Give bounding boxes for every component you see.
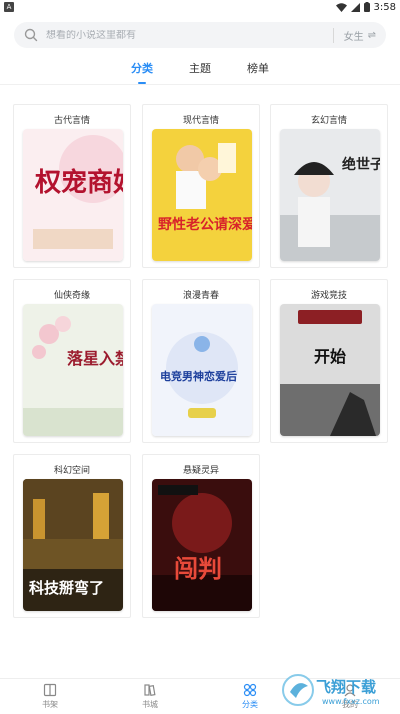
- category-label: 仙侠奇缘: [53, 291, 90, 301]
- nav-bookshelf[interactable]: 书架: [0, 679, 100, 714]
- tab-ranking[interactable]: 榜单: [247, 60, 269, 84]
- category-label: 古代言情: [53, 116, 90, 126]
- status-time: 3:58: [373, 1, 396, 13]
- search-bar[interactable]: 女生 ⇌: [14, 22, 386, 48]
- category-card-fantasy-romance[interactable]: 玄幻言情 绝世子妃: [270, 104, 388, 268]
- nav-label: 分类: [242, 700, 258, 709]
- book-cover: 闯判: [152, 479, 252, 611]
- book-cover: 野性老公请深爱!: [152, 129, 252, 261]
- store-icon: [144, 684, 156, 696]
- category-label: 浪漫青春: [182, 291, 219, 301]
- category-card-modern-romance[interactable]: 现代言情 野性老公请深爱!: [142, 104, 260, 268]
- cover-title: 电竞男神恋爱后: [160, 369, 237, 383]
- tab-theme[interactable]: 主题: [189, 60, 211, 84]
- category-label: 游戏竞技: [310, 291, 347, 301]
- cover-title: 科技掰弯了: [29, 579, 104, 597]
- gender-label: 女生: [343, 31, 364, 43]
- tab-category[interactable]: 分类: [131, 60, 153, 84]
- gender-switch-button[interactable]: 女生 ⇌: [332, 27, 376, 43]
- watermark-logo: 飞翔下载 www.fxxz.com: [282, 674, 380, 706]
- category-label: 玄幻言情: [310, 116, 347, 126]
- category-card-suspense[interactable]: 悬疑灵异 闯判: [142, 454, 260, 618]
- category-card-gaming[interactable]: 游戏竞技 开始: [270, 279, 388, 443]
- search-icon: [24, 28, 38, 42]
- cover-title: 落星入禁: [67, 349, 123, 368]
- cover-title: 绝世子妃: [342, 156, 380, 173]
- category-card-ancient-romance[interactable]: 古代言情 权宠商妃: [13, 104, 131, 268]
- nav-bookstore[interactable]: 书城: [100, 679, 200, 714]
- cover-title: 开始: [314, 347, 346, 366]
- battery-icon: [363, 2, 370, 12]
- book-cover: 科技掰弯了: [23, 479, 123, 611]
- category-label: 现代言情: [182, 116, 219, 126]
- category-card-youth-romance[interactable]: 浪漫青春 电竞男神恋爱后: [142, 279, 260, 443]
- tab-divider: [0, 84, 400, 85]
- cover-title: 野性老公请深爱!: [158, 216, 252, 233]
- search-input[interactable]: [46, 29, 333, 41]
- watermark-url: www.fxxz.com: [322, 697, 380, 706]
- category-label: 科幻空间: [53, 466, 90, 476]
- book-cover: 电竞男神恋爱后: [152, 304, 252, 436]
- nav-label: 书架: [42, 700, 58, 709]
- status-bar: A 3:58: [0, 0, 400, 14]
- book-cover: 绝世子妃: [280, 129, 380, 261]
- category-label: 悬疑灵异: [182, 466, 219, 476]
- cover-title: 闯判: [174, 554, 222, 583]
- category-icon: [243, 683, 257, 697]
- book-cover: 落星入禁: [23, 304, 123, 436]
- watermark-text: 飞翔下载: [316, 678, 376, 696]
- category-card-scifi[interactable]: 科幻空间 科技掰弯了: [13, 454, 131, 618]
- category-card-xianxia[interactable]: 仙侠奇缘 落星入禁: [13, 279, 131, 443]
- swap-icon: ⇌: [367, 29, 376, 41]
- wifi-icon: [335, 2, 347, 12]
- book-cover: 开始: [280, 304, 380, 436]
- cover-title: 权宠商妃: [34, 167, 123, 198]
- app-notification-icon: A: [4, 2, 14, 12]
- book-icon: [43, 683, 57, 697]
- book-cover: 权宠商妃: [23, 129, 123, 261]
- signal-icon: [350, 2, 360, 12]
- top-tabs: 分类 主题 榜单: [0, 60, 400, 84]
- nav-label: 书城: [142, 700, 158, 709]
